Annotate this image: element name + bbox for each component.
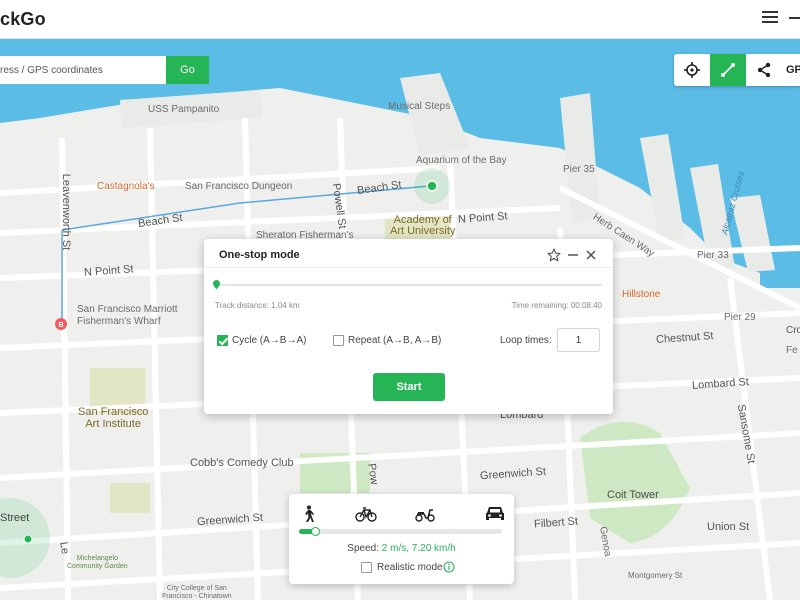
one-stop-mode-dialog: One-stop mode Track distance: 1.04 km Ti… <box>204 239 613 414</box>
speed-label: Speed: <box>347 543 379 554</box>
label-street-partial: Street <box>0 512 30 524</box>
label-community-garden: Michelangelo Community Garden <box>67 555 128 570</box>
loop-times-input[interactable] <box>557 328 600 352</box>
locate-icon <box>684 62 700 78</box>
search-bar: Go <box>0 56 209 84</box>
track-distance: Track distance: 1.04 km <box>215 301 300 310</box>
label-leavenworth: Leavenworth St <box>60 173 73 251</box>
app-logo: ckGo <box>0 9 46 29</box>
favorite-button[interactable] <box>545 246 563 264</box>
label-sf-art-institute: San Francisco Art Institute <box>78 406 149 430</box>
label-le-partial: Le <box>57 540 72 556</box>
bike-mode-button[interactable] <box>353 503 379 525</box>
label-academy: Academy of Art University <box>390 214 456 237</box>
garden-block <box>110 483 150 513</box>
label-uss-pampanito: USS Pampanito <box>148 104 220 115</box>
speed-slider-knob[interactable] <box>311 527 321 536</box>
repeat-checkbox[interactable] <box>333 335 344 346</box>
label-union-st: Union St <box>707 521 750 533</box>
route-icon <box>721 63 735 77</box>
label-city-college: City College of San Francisco - Chinatow… <box>162 585 232 600</box>
label-pier33: Pier 33 <box>697 250 729 261</box>
car-mode-button[interactable] <box>482 503 508 525</box>
realistic-mode-label: Realistic mode <box>377 562 443 573</box>
close-dialog-button[interactable] <box>582 246 600 264</box>
close-icon <box>586 250 596 260</box>
minus-icon <box>568 254 578 256</box>
dialog-divider <box>204 267 613 268</box>
label-castagnola: Castagnola's <box>97 181 155 192</box>
progress-track <box>216 284 602 286</box>
repeat-label: Repeat (A→B, A→B) <box>348 335 442 346</box>
dialog-title: One-stop mode <box>219 249 300 261</box>
label-hillstone: Hillstone <box>622 289 661 300</box>
cycle-checkbox[interactable] <box>217 335 228 346</box>
time-remaining: Time remaining: 00:08:40 <box>511 301 602 310</box>
label-marriott: San Francisco Marriott Fisherman's Wharf <box>77 304 178 327</box>
minimize-dialog-button[interactable] <box>564 246 582 264</box>
menu-icon[interactable] <box>760 8 780 28</box>
scooter-icon <box>415 509 435 522</box>
share-icon <box>757 62 771 78</box>
go-button[interactable]: Go <box>166 56 209 84</box>
label-montgomery: Montgomery St <box>628 571 683 580</box>
scooter-mode-button[interactable] <box>412 503 438 525</box>
speed-value: 2 m/s, 7.20 km/h <box>381 543 456 554</box>
label-fe-partial: Fe <box>786 345 798 356</box>
current-location-icon <box>426 180 438 192</box>
title-bar: ckGo <box>0 0 800 39</box>
destination-marker-label: B <box>58 322 63 329</box>
progress-marker-icon <box>213 280 220 290</box>
realistic-mode-checkbox[interactable] <box>361 562 372 573</box>
minimize-icon[interactable] <box>786 8 800 28</box>
search-input[interactable] <box>0 56 166 84</box>
map-toolbar: GP <box>674 54 800 86</box>
one-stop-route-button[interactable] <box>710 54 746 86</box>
star-icon <box>547 248 561 262</box>
speed-panel: Speed: 2 m/s, 7.20 km/h Realistic mode <box>289 494 514 584</box>
label-sf-dungeon: San Francisco Dungeon <box>185 181 293 192</box>
label-cobbs: Cobb's Comedy Club <box>190 457 294 469</box>
cycle-label: Cycle (A→B→A) <box>232 335 307 346</box>
label-pier29: Pier 29 <box>724 312 756 323</box>
label-cro-partial: Cro <box>786 325 800 336</box>
info-icon[interactable] <box>443 561 455 573</box>
label-aquarium: Aquarium of the Bay <box>416 155 507 166</box>
speed-slider[interactable] <box>299 527 502 536</box>
label-musical-steps: Musical Steps <box>388 101 451 112</box>
car-icon <box>486 507 504 520</box>
left-location-dot-icon <box>23 534 33 544</box>
gps-button-label[interactable]: GP <box>786 64 800 76</box>
walk-mode-button[interactable] <box>295 503 321 525</box>
label-pier35: Pier 35 <box>563 164 595 175</box>
speed-readout: Speed: 2 m/s, 7.20 km/h <box>289 543 514 554</box>
share-button[interactable] <box>746 54 782 86</box>
label-coit-tower: Coit Tower <box>607 489 659 501</box>
loop-times-label: Loop times: <box>500 335 552 346</box>
walk-icon <box>305 505 314 522</box>
start-button[interactable]: Start <box>373 373 445 401</box>
locate-button[interactable] <box>674 54 710 86</box>
bike-icon <box>355 507 377 522</box>
